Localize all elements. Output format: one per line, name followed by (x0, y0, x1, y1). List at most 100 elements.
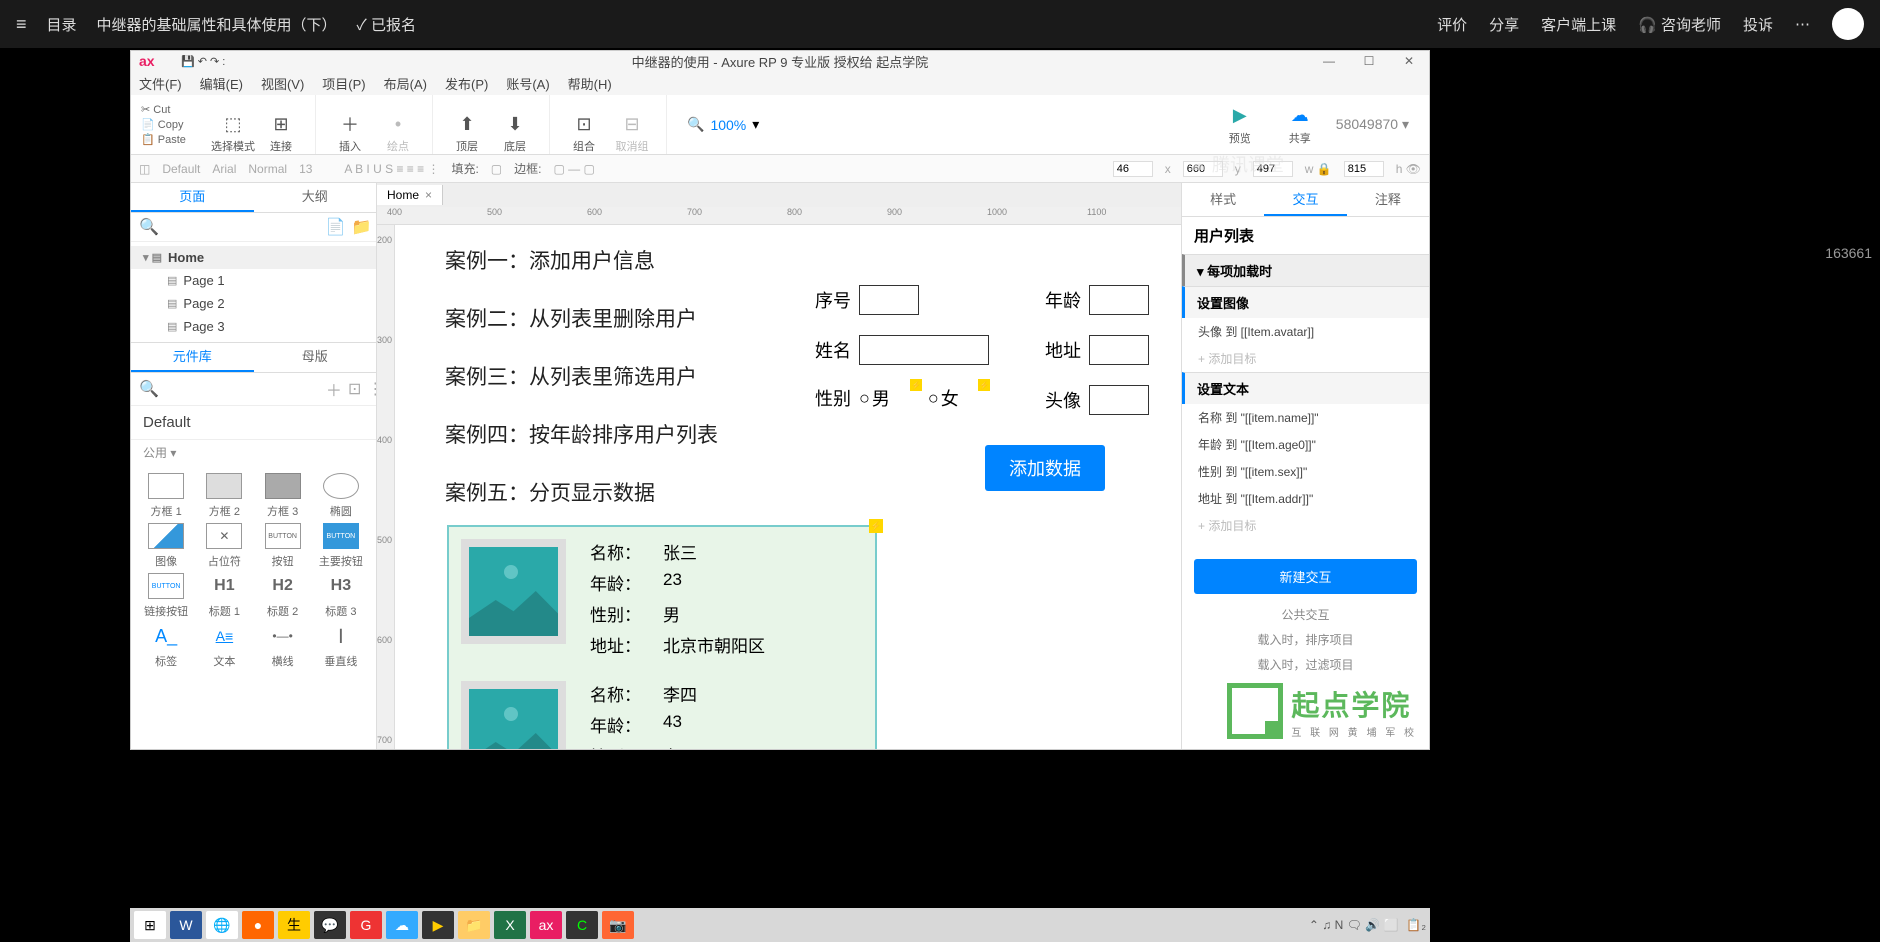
font-select[interactable]: Arial (212, 162, 236, 176)
preview-button[interactable]: ▶预览 (1216, 104, 1264, 146)
case-text[interactable]: 案例一：添加用户信息 (445, 245, 1131, 275)
lib-name[interactable]: Default (131, 406, 376, 440)
tree-page[interactable]: ▤ Page 2 (131, 292, 376, 315)
select-mode-button[interactable]: ⬚选择模式 (209, 112, 257, 154)
action-line[interactable]: 地址 到 "[[Item.addr]]" (1182, 485, 1429, 512)
avatar-input[interactable] (1089, 385, 1149, 415)
nav-rate[interactable]: 评价 (1437, 14, 1467, 35)
close-tab-icon[interactable]: × (425, 188, 432, 202)
taskbar-app[interactable]: X (494, 911, 526, 939)
add-target-link[interactable]: + 添加目标 (1182, 512, 1429, 539)
widget-label[interactable]: A_标签 (139, 623, 193, 669)
menu-project[interactable]: 项目(P) (322, 74, 365, 93)
tree-page[interactable]: ▤ Page 1 (131, 269, 376, 292)
h-input[interactable] (1344, 161, 1384, 177)
menu-help[interactable]: 帮助(H) (568, 74, 612, 93)
add-data-button[interactable]: 添加数据 (985, 445, 1105, 491)
page-search-input[interactable] (165, 220, 320, 234)
lib-search-input[interactable] (165, 382, 320, 396)
action-line[interactable]: 性别 到 "[[item.sex]]" (1182, 458, 1429, 485)
tree-page[interactable]: ▤ Page 3 (131, 315, 376, 338)
menu-account[interactable]: 账号(A) (506, 74, 549, 93)
repeater-widget[interactable]: ⚡ 名称：张三 年龄：23 性别：男 地址：北京市朝阳区 (447, 525, 877, 749)
action-line[interactable]: 名称 到 "[[item.name]]" (1182, 404, 1429, 431)
menu-icon[interactable]: ≡ (16, 14, 27, 35)
tab-style[interactable]: 样式 (1182, 183, 1264, 216)
tab-master[interactable]: 母版 (254, 343, 377, 372)
widget-button[interactable]: BUTTON按钮 (256, 523, 310, 569)
nav-report[interactable]: 投诉 (1743, 14, 1773, 35)
copy-button[interactable]: 📄 Copy (139, 117, 199, 132)
insert-button[interactable]: ＋插入 (326, 112, 374, 154)
weight-select[interactable]: Normal (248, 162, 287, 176)
document-tab[interactable]: Home× (377, 185, 443, 205)
taskbar-app[interactable]: ax (530, 911, 562, 939)
nav-client[interactable]: 客户端上课 (1541, 14, 1616, 35)
close-button[interactable]: ✕ (1389, 54, 1429, 68)
widget-hline[interactable]: •—•横线 (256, 623, 310, 669)
toc-link[interactable]: 目录 (47, 14, 77, 35)
repeater-item[interactable]: 名称：李四 年龄：43 性别：女 (449, 669, 875, 749)
widget-primary-button[interactable]: BUTTON主要按钮 (314, 523, 368, 569)
menu-publish[interactable]: 发布(P) (445, 74, 488, 93)
widget-text[interactable]: A≡文本 (197, 623, 251, 669)
tab-library[interactable]: 元件库 (131, 343, 254, 372)
action-line[interactable]: 头像 到 [[Item.avatar]] (1182, 318, 1429, 345)
action-header[interactable]: 设置文本 (1182, 372, 1429, 404)
repeater-item[interactable]: 名称：张三 年龄：23 性别：男 地址：北京市朝阳区 (449, 527, 875, 669)
lib-opts-icon[interactable]: ⊡ (348, 379, 361, 399)
seq-input[interactable] (859, 285, 919, 315)
tray-icons[interactable]: ⌃ ♫ N 🗨 🔊 ⬜ (1309, 918, 1399, 932)
connect-button[interactable]: ⊞连接 (257, 112, 305, 154)
taskbar-app[interactable]: 📷 (602, 911, 634, 939)
taskbar-app[interactable]: ☁ (386, 911, 418, 939)
widget-ellipse[interactable]: 椭圆 (314, 473, 368, 519)
action-header[interactable]: 设置图像 (1182, 286, 1429, 318)
name-input[interactable] (859, 335, 989, 365)
lib-category[interactable]: 公用 ▾ (131, 440, 376, 465)
tab-outline[interactable]: 大纲 (254, 183, 377, 212)
radio-male[interactable]: ○男 (859, 385, 890, 411)
action-line[interactable]: 年龄 到 "[[Item.age0]]" (1182, 431, 1429, 458)
group-button[interactable]: ⊡组合 (560, 112, 608, 154)
radio-female[interactable]: ○女 (928, 385, 959, 411)
minimize-button[interactable]: — (1309, 54, 1349, 68)
avatar-placeholder[interactable] (461, 539, 566, 644)
nav-share[interactable]: 分享 (1489, 14, 1519, 35)
public-interaction-item[interactable]: 载入时，过滤项目 (1182, 652, 1429, 677)
avatar[interactable] (1832, 8, 1864, 40)
maximize-button[interactable]: ☐ (1349, 54, 1389, 68)
taskbar-app[interactable]: ● (242, 911, 274, 939)
taskbar-app[interactable]: W (170, 911, 202, 939)
new-interaction-button[interactable]: 新建交互 (1194, 559, 1417, 594)
taskbar-app[interactable]: C (566, 911, 598, 939)
taskbar-app[interactable]: 🌐 (206, 911, 238, 939)
lib-more-icon[interactable]: ⋮ (367, 379, 377, 399)
widget-link-button[interactable]: BUTTON链接按钮 (139, 573, 193, 619)
case-text[interactable]: 案例三：从列表里筛选用户 (445, 361, 1131, 391)
event-header[interactable]: ▾ 每项加载时 (1182, 254, 1429, 286)
tree-home[interactable]: ▾ ▤ Home (131, 246, 376, 269)
zoom-control[interactable]: 🔍 100% ▾ (687, 116, 759, 133)
tab-notes[interactable]: 注释 (1347, 183, 1429, 216)
style-select[interactable]: Default (162, 162, 200, 176)
x-input[interactable] (1113, 161, 1153, 177)
paste-button[interactable]: 📋 Paste (139, 132, 199, 147)
back-button[interactable]: ⬇底层 (491, 112, 539, 154)
widget-vline[interactable]: ┃垂直线 (314, 623, 368, 669)
taskbar-app[interactable]: ▶ (422, 911, 454, 939)
widget-name[interactable]: 用户列表 (1182, 217, 1429, 254)
case-text[interactable]: 案例二：从列表里删除用户 (445, 303, 1131, 333)
taskbar-app[interactable]: G (350, 911, 382, 939)
cut-button[interactable]: ✂ Cut (139, 102, 199, 117)
public-interaction-item[interactable]: 载入时，排序项目 (1182, 627, 1429, 652)
menu-file[interactable]: 文件(F) (139, 74, 182, 93)
widget-box3[interactable]: 方框 3 (256, 473, 310, 519)
canvas[interactable]: 案例一：添加用户信息 案例二：从列表里删除用户 案例三：从列表里筛选用户 案例四… (395, 225, 1181, 749)
tab-interaction[interactable]: 交互 (1264, 183, 1346, 216)
widget-box1[interactable]: 方框 1 (139, 473, 193, 519)
age-input[interactable] (1089, 285, 1149, 315)
taskbar-app[interactable]: 生 (278, 911, 310, 939)
tab-pages[interactable]: 页面 (131, 183, 254, 212)
front-button[interactable]: ⬆顶层 (443, 112, 491, 154)
